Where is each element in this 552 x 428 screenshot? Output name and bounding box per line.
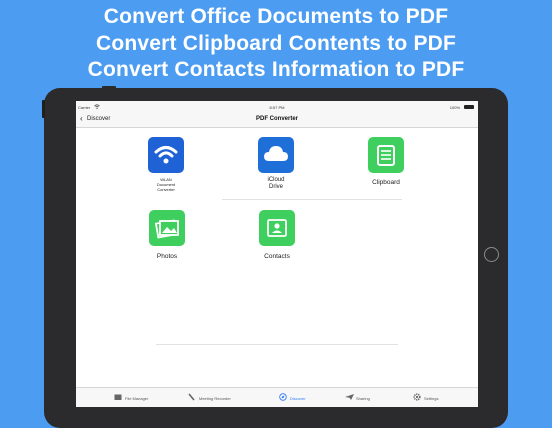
file-manager-icon xyxy=(114,393,122,401)
battery-percent: 100% xyxy=(449,105,460,110)
device-side-button xyxy=(42,100,45,118)
tab-label: File Manager xyxy=(125,396,149,401)
tab-label: Discover xyxy=(290,396,306,401)
tile-label: iCloud Drive xyxy=(236,177,316,191)
gear-icon xyxy=(413,393,421,401)
paper-plane-icon xyxy=(345,393,354,401)
row-divider xyxy=(222,199,402,200)
status-bar: Carrier 8:57 PM 100% xyxy=(76,101,478,113)
tab-bar: File Manager Meeting Recorder Discover S… xyxy=(76,387,478,407)
status-time: 8:57 PM xyxy=(269,105,285,110)
cloud-icon[interactable] xyxy=(258,137,294,173)
promo-headline-3: Convert Contacts Information to PDF xyxy=(87,58,465,81)
tile-label: Contacts xyxy=(264,253,290,260)
device-top-button xyxy=(102,86,116,89)
battery-icon xyxy=(464,105,474,109)
page-title: PDF Converter xyxy=(255,116,298,122)
tile-label: WLAN Document Converter xyxy=(126,177,206,192)
tile-label-line: iCloud xyxy=(267,177,285,183)
tab-label: Meeting Recorder xyxy=(199,396,231,401)
promo-headline-1: Convert Office Documents to PDF xyxy=(103,5,449,28)
tile-label-line: Converter xyxy=(157,187,175,192)
photos-icon[interactable] xyxy=(149,210,185,246)
tile-label: Clipboard xyxy=(372,179,400,186)
bottom-divider xyxy=(156,344,398,345)
wifi-icon[interactable] xyxy=(148,137,184,173)
tile-label-line: Drive xyxy=(268,184,283,190)
tile-label: Photos xyxy=(156,253,178,260)
home-button xyxy=(484,247,499,262)
device-screen: Carrier 8:57 PM 100% ‹ Discover PDF Conv… xyxy=(76,101,478,407)
compass-icon xyxy=(279,393,287,401)
navigation-bar: ‹ Discover PDF Converter xyxy=(76,113,478,128)
clipboard-icon[interactable] xyxy=(368,137,404,173)
microphone-icon xyxy=(188,393,196,401)
tab-label: Settings xyxy=(424,396,439,401)
promo-headline-2: Convert Clipboard Contents to PDF xyxy=(95,32,457,55)
contacts-icon[interactable] xyxy=(259,210,295,246)
tab-label: Sharing xyxy=(356,396,370,401)
